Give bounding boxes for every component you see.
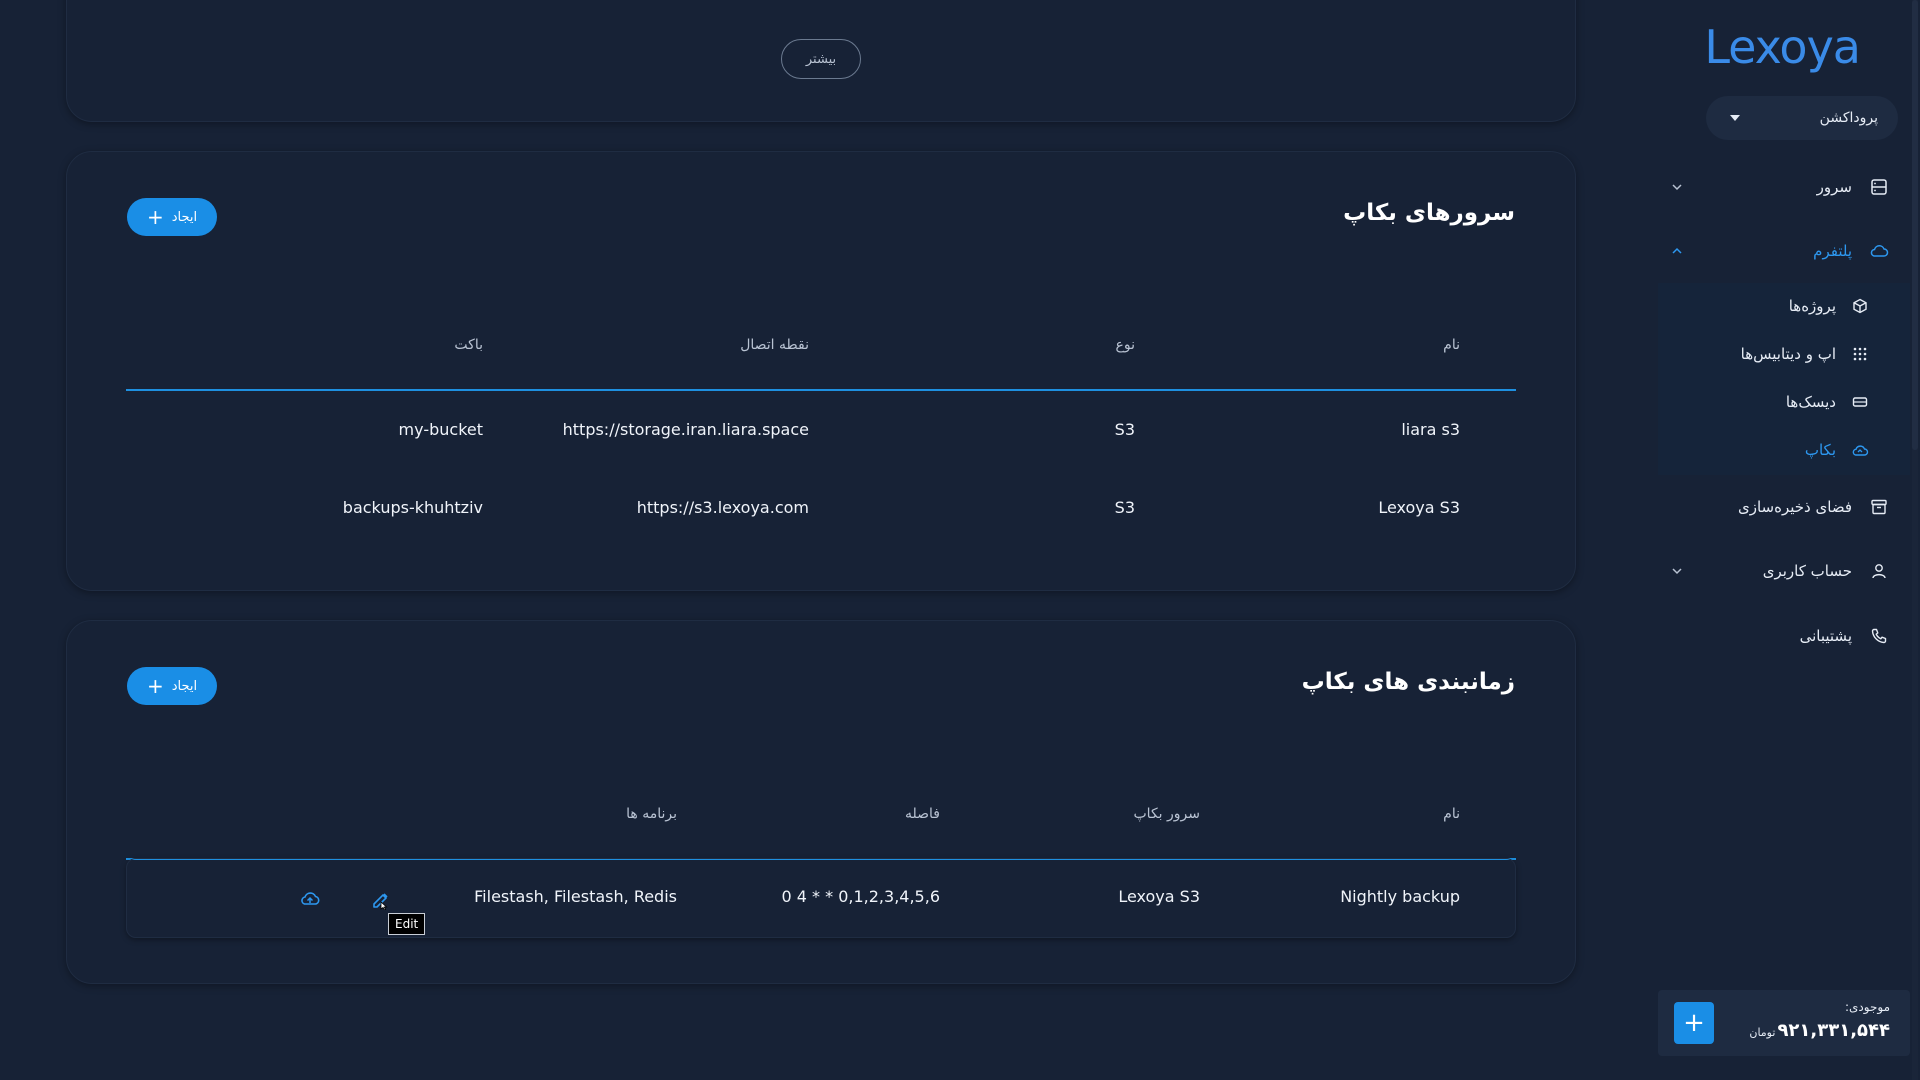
column-type: نوع (1115, 337, 1135, 353)
column-interval: فاصله (905, 806, 940, 822)
disk-icon (1850, 392, 1870, 412)
balance-currency: تومان (1749, 1026, 1776, 1039)
create-backup-schedule-button[interactable]: ایجاد + (127, 667, 217, 705)
sidebar-item-storage[interactable]: فضای ذخیره‌سازی (1670, 491, 1890, 523)
platform-submenu: پروژه‌ها اپ و دیتابیس‌ها دیسک‌ها بکاپ (1658, 283, 1910, 475)
sidebar-item-projects[interactable]: پروژه‌ها (1670, 291, 1870, 321)
plus-icon: + (146, 205, 164, 229)
create-label: ایجاد (171, 678, 198, 694)
environment-label: پروداکشن (1819, 110, 1878, 126)
sidebar-item-platform[interactable]: پلتفرم (1670, 235, 1890, 267)
sidebar-item-label: دیسک‌ها (1785, 393, 1836, 411)
column-bucket: باکت (454, 337, 483, 353)
sidebar-scrollbar[interactable] (1912, 0, 1918, 1080)
sidebar-item-label: پروژه‌ها (1788, 297, 1836, 315)
sidebar-item-backup[interactable]: بکاپ (1670, 435, 1870, 465)
column-name: نام (1443, 337, 1460, 353)
chevron-down-icon (1670, 564, 1684, 578)
table-cell: Lexoya S3 (1118, 887, 1200, 906)
cube-icon (1850, 296, 1870, 316)
column-backup-server: سرور بکاپ (1133, 806, 1201, 822)
balance-card: موجودی: ۹۲۱,۳۳۱,۵۴۴ تومان + (1658, 990, 1910, 1056)
chevron-up-icon (1670, 244, 1684, 258)
sidebar-item-label: سرور (1816, 178, 1852, 196)
create-label: ایجاد (171, 209, 198, 225)
chevron-down-icon (1670, 180, 1684, 194)
table-cell: 0 4 * * 0,1,2,3,4,5,6 (781, 887, 940, 906)
sidebar-item-server[interactable]: سرور (1670, 171, 1890, 203)
scrollbar-thumb[interactable] (1912, 0, 1918, 450)
backup-schedules-title: زمانبندی های بکاپ (1301, 669, 1515, 695)
balance-value: ۹۲۱,۳۳۱,۵۴۴ تومان (1749, 1020, 1890, 1041)
cloud-upload-icon (1850, 440, 1870, 460)
column-apps: برنامه ها (626, 806, 677, 822)
phone-icon (1868, 625, 1890, 647)
logo[interactable]: Lexoya (1704, 20, 1861, 74)
sidebar-item-label: پلتفرم (1813, 242, 1852, 260)
previous-section-card: بیشتر (66, 0, 1576, 122)
table-cell: S3 (1114, 420, 1135, 439)
table-cell: liara s3 (1401, 420, 1460, 439)
table-cell: Lexoya S3 (1378, 498, 1460, 517)
table-header-divider (126, 389, 1516, 391)
archive-icon (1868, 496, 1890, 518)
cloud-upload-icon[interactable] (299, 889, 321, 911)
edit-tooltip: Edit (388, 913, 426, 935)
add-balance-button[interactable]: + (1674, 1002, 1714, 1044)
user-icon (1868, 560, 1890, 582)
table-cell: Filestash, Filestash, Redis (474, 887, 677, 906)
grid-icon (1850, 344, 1870, 364)
sidebar-item-label: بکاپ (1804, 441, 1836, 459)
sidebar-item-disks[interactable]: دیسک‌ها (1670, 387, 1870, 417)
backup-servers-title: سرورهای بکاپ (1343, 200, 1515, 226)
sidebar-item-apps-databases[interactable]: اپ و دیتابیس‌ها (1670, 339, 1870, 369)
table-cell: https://s3.lexoya.com (636, 498, 809, 517)
table-cell: S3 (1114, 498, 1135, 517)
sidebar-item-support[interactable]: پشتیبانی (1670, 620, 1890, 652)
column-endpoint: نقطه اتصال (740, 337, 809, 353)
edit-icon[interactable] (371, 888, 391, 914)
sidebar-item-account[interactable]: حساب کاربری (1670, 555, 1890, 587)
cloud-icon (1868, 240, 1890, 262)
backup-schedules-card: زمانبندی های بکاپ ایجاد + نام سرور بکاپ … (66, 620, 1576, 984)
create-backup-server-button[interactable]: ایجاد + (127, 198, 217, 236)
more-button[interactable]: بیشتر (781, 39, 861, 79)
plus-icon: + (146, 674, 164, 698)
sidebar-item-label: فضای ذخیره‌سازی (1738, 498, 1852, 516)
table-cell: my-bucket (398, 420, 483, 439)
sidebar: Lexoya پروداکشن سرور پلتفرم پروژه‌ها (1640, 0, 1920, 1080)
column-name: نام (1443, 806, 1460, 822)
table-row[interactable]: Nightly backup Lexoya S3 0 4 * * 0,1,2,3… (126, 858, 1516, 938)
table-cell: Nightly backup (1340, 887, 1460, 906)
server-icon (1868, 176, 1890, 198)
sidebar-item-label: پشتیبانی (1799, 627, 1852, 645)
sidebar-item-label: حساب کاربری (1762, 562, 1852, 580)
backup-servers-card: سرورهای بکاپ ایجاد + نام نوع نقطه اتصال … (66, 151, 1576, 591)
environment-select[interactable]: پروداکشن (1706, 96, 1898, 140)
table-cell: https://storage.iran.liara.space (562, 420, 809, 439)
balance-label: موجودی: (1844, 1000, 1890, 1014)
table-cell: backups-khuhtziv (342, 498, 483, 517)
balance-amount: ۹۲۱,۳۳۱,۵۴۴ (1777, 1020, 1890, 1041)
caret-down-icon (1730, 115, 1740, 121)
sidebar-item-label: اپ و دیتابیس‌ها (1740, 345, 1836, 363)
